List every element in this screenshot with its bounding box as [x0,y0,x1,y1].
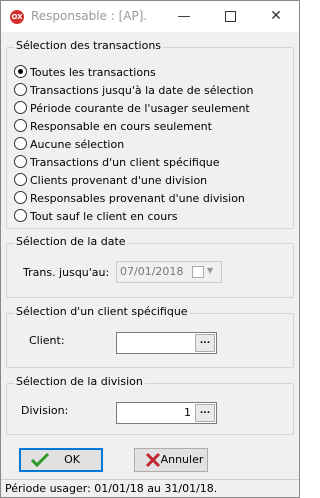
check-icon [30,452,50,468]
transaction-option-label: Transactions d'un client spécifique [30,156,220,169]
transaction-option-label: Responsable en cours seulement [30,120,212,133]
maximize-button[interactable] [207,1,253,32]
transaction-option-label: Responsables provenant d'une division [30,192,245,205]
chevron-down-icon[interactable]: ▼ [207,266,213,275]
transactions-group: Sélection des transactions Toutes les tr… [6,39,294,229]
radio-button[interactable] [14,119,27,132]
close-button[interactable]: ✕ [253,1,299,32]
date-group-title: Sélection de la date [14,235,128,248]
date-label: Trans. jusqu'au: [23,266,110,279]
radio-button[interactable] [14,173,27,186]
transaction-option-label: Aucune sélection [30,138,125,151]
transaction-option[interactable]: Transactions jusqu'à la date de sélectio… [14,83,253,99]
radio-button[interactable] [14,137,27,150]
transaction-option[interactable]: Responsable en cours seulement [14,119,212,135]
division-browse-button[interactable]: ... [195,404,215,422]
transaction-option-label: Tout sauf le client en cours [30,210,178,223]
minimize-button[interactable]: — [161,1,207,32]
cancel-label: Annuler [160,453,204,466]
dialog-window: OX Responsable : [AP]. — ✕ Sélection des… [0,0,300,498]
radio-button[interactable] [14,191,27,204]
ok-button[interactable]: OK [19,448,103,472]
status-bar: Période usager: 01/01/18 au 31/01/18. [1,479,299,498]
client-field[interactable]: ... [116,332,217,354]
app-icon: OX [10,10,24,24]
calendar-checkbox[interactable] [192,266,204,278]
cancel-button[interactable]: Annuler [134,448,208,472]
transaction-option-label: Transactions jusqu'à la date de sélectio… [30,84,254,97]
radio-button[interactable] [14,155,27,168]
title-bar: OX Responsable : [AP]. — ✕ [1,1,299,32]
division-group-title: Sélection de la division [14,375,145,388]
status-text: Période usager: 01/01/18 au 31/01/18. [5,482,218,495]
radio-button[interactable] [14,101,27,114]
ok-label: OK [64,453,80,466]
window-title: Responsable : [AP]. [31,9,148,23]
division-label: Division: [21,404,69,417]
transaction-option[interactable]: Période courante de l'usager seulement [14,101,250,117]
radio-button[interactable] [14,209,27,222]
transaction-option[interactable]: Transactions d'un client spécifique [14,155,220,171]
radio-button[interactable] [14,83,27,96]
date-value: 07/01/2018 [120,265,184,278]
division-value: 1 [184,406,191,419]
maximize-icon [224,11,236,22]
client-group-title: Sélection d'un client spécifique [14,305,190,318]
division-field[interactable]: 1 ... [116,402,217,424]
transaction-option-label: Clients provenant d'une division [30,174,208,187]
transaction-option[interactable]: Responsables provenant d'une division [14,191,245,207]
transaction-option-label: Toutes les transactions [30,66,156,79]
client-browse-button[interactable]: ... [195,334,215,352]
transaction-option[interactable]: Aucune sélection [14,137,124,153]
cross-icon [145,452,161,468]
transaction-option[interactable]: Clients provenant d'une division [14,173,207,189]
transaction-option[interactable]: Toutes les transactions [14,65,156,81]
client-label: Client: [29,334,65,347]
transactions-group-title: Sélection des transactions [14,39,164,52]
date-picker[interactable]: 07/01/2018 ▼ [116,261,222,283]
transaction-option-label: Période courante de l'usager seulement [30,102,250,115]
transaction-option[interactable]: Tout sauf le client en cours [14,209,177,225]
radio-button[interactable] [14,65,27,78]
